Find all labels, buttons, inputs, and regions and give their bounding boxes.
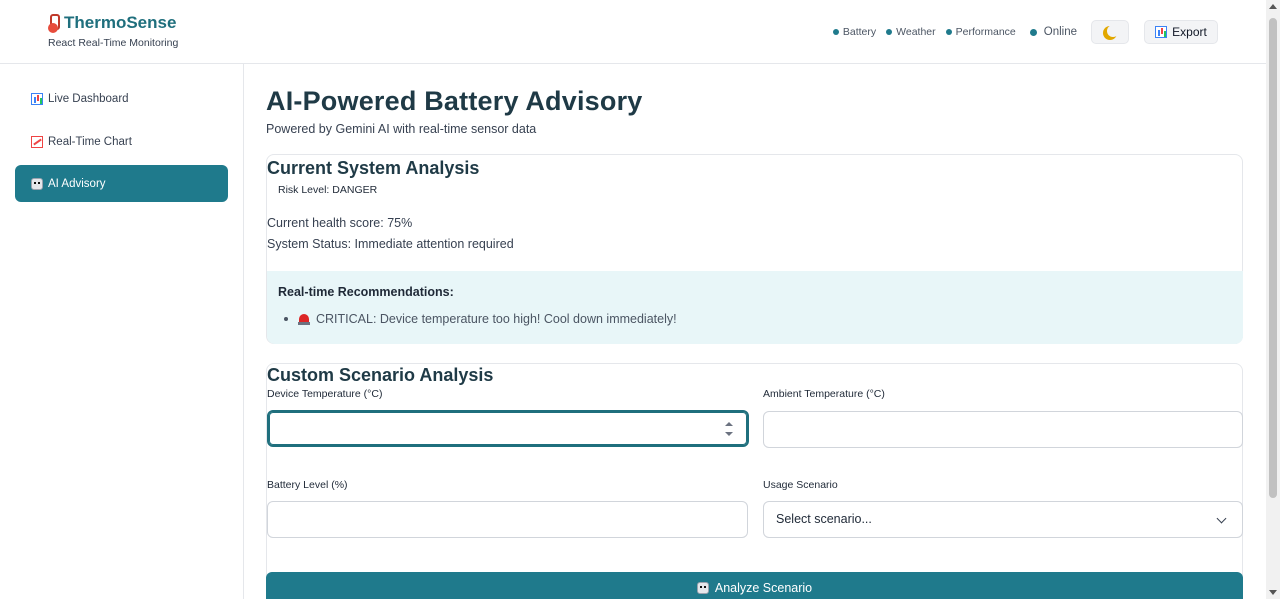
scenario-analysis-card: Custom Scenario Analysis Device Temperat… <box>266 363 1243 599</box>
app-header: ThermoSense React Real-Time Monitoring B… <box>0 0 1266 64</box>
sidebar-item-real-time-chart[interactable]: Real-Time Chart <box>15 123 228 160</box>
status-online-label: Online <box>1043 26 1077 38</box>
ambient-temp-input[interactable] <box>763 411 1243 448</box>
bar-chart-icon <box>31 92 43 105</box>
recommendation-text: CRITICAL: Device temperature too high! C… <box>316 312 677 326</box>
trend-chart-icon <box>31 135 43 148</box>
health-score: Current health score: 75% <box>267 216 413 230</box>
moon-icon <box>1107 25 1119 37</box>
bullet-icon <box>284 317 288 321</box>
scroll-up-icon[interactable] <box>1269 4 1277 9</box>
page-title: AI-Powered Battery Advisory <box>266 86 643 116</box>
usage-scenario-select[interactable]: Select scenario... <box>763 501 1243 538</box>
chevron-down-icon <box>1216 513 1227 524</box>
status-performance: Performance <box>945 26 1016 38</box>
device-temp-input[interactable] <box>267 410 749 447</box>
usage-scenario-label: Usage Scenario <box>763 479 838 491</box>
status-dot-icon <box>886 29 893 35</box>
sidebar-item-live-dashboard[interactable]: Live Dashboard <box>15 80 228 117</box>
sidebar-item-ai-advisory[interactable]: AI Advisory <box>15 165 228 202</box>
scrollbar-thumb[interactable] <box>1269 18 1277 498</box>
scroll-down-icon[interactable] <box>1269 590 1277 595</box>
page-scrollbar[interactable] <box>1266 0 1280 599</box>
thermometer-icon <box>48 14 60 33</box>
risk-level: Risk Level: DANGER <box>278 184 378 196</box>
status-dot-icon <box>945 29 952 35</box>
status-weather: Weather <box>886 26 936 38</box>
battery-level-input[interactable] <box>267 501 748 538</box>
brand-title: ThermoSense <box>64 13 177 32</box>
brand: ThermoSense React Real-Time Monitoring <box>48 12 178 49</box>
sidebar: Live Dashboard Real-Time Chart AI Adviso… <box>0 64 244 599</box>
status-weather-label: Weather <box>896 26 936 38</box>
analysis-title: Current System Analysis <box>267 158 480 178</box>
recommendations-panel: Real-time Recommendations: CRITICAL: Dev… <box>267 271 1243 344</box>
bar-chart-icon <box>1155 26 1168 38</box>
export-button[interactable]: Export <box>1144 20 1218 44</box>
recommendations-title: Real-time Recommendations: <box>278 285 454 299</box>
status-battery: Battery <box>832 26 877 38</box>
main-content: AI-Powered Battery Advisory Powered by G… <box>244 64 1266 599</box>
sidebar-item-label: Live Dashboard <box>48 92 129 105</box>
number-spinner-icon[interactable] <box>725 422 733 436</box>
robot-icon <box>31 177 43 190</box>
ambient-temp-label: Ambient Temperature (°C) <box>763 388 885 400</box>
theme-toggle-button[interactable] <box>1091 20 1129 44</box>
battery-level-label: Battery Level (%) <box>267 479 348 491</box>
scenario-title: Custom Scenario Analysis <box>267 365 494 385</box>
brand-title-row: ThermoSense <box>48 12 178 34</box>
sidebar-item-label: AI Advisory <box>48 177 106 190</box>
online-dot-icon <box>1029 28 1037 36</box>
siren-icon <box>298 313 310 325</box>
brand-subtitle: React Real-Time Monitoring <box>48 37 179 49</box>
device-temp-label: Device Temperature (°C) <box>267 388 383 400</box>
status-battery-label: Battery <box>842 26 877 38</box>
sidebar-item-label: Real-Time Chart <box>48 135 132 148</box>
usage-scenario-value: Select scenario... <box>776 512 872 526</box>
status-dot-icon <box>832 29 839 35</box>
analyze-scenario-button[interactable]: Analyze Scenario <box>266 572 1243 599</box>
page-subtitle: Powered by Gemini AI with real-time sens… <box>266 122 537 136</box>
current-analysis-card: Current System Analysis Risk Level: DANG… <box>266 154 1243 344</box>
list-item: CRITICAL: Device temperature too high! C… <box>284 312 677 326</box>
status-online: Online <box>1029 26 1077 38</box>
system-status: System Status: Immediate attention requi… <box>267 237 514 251</box>
analyze-label: Analyze Scenario <box>714 581 813 595</box>
status-performance-label: Performance <box>955 26 1016 38</box>
robot-icon <box>696 582 709 594</box>
export-label: Export <box>1172 25 1207 39</box>
header-actions: Battery Weather Performance Online Expor… <box>832 20 1218 44</box>
